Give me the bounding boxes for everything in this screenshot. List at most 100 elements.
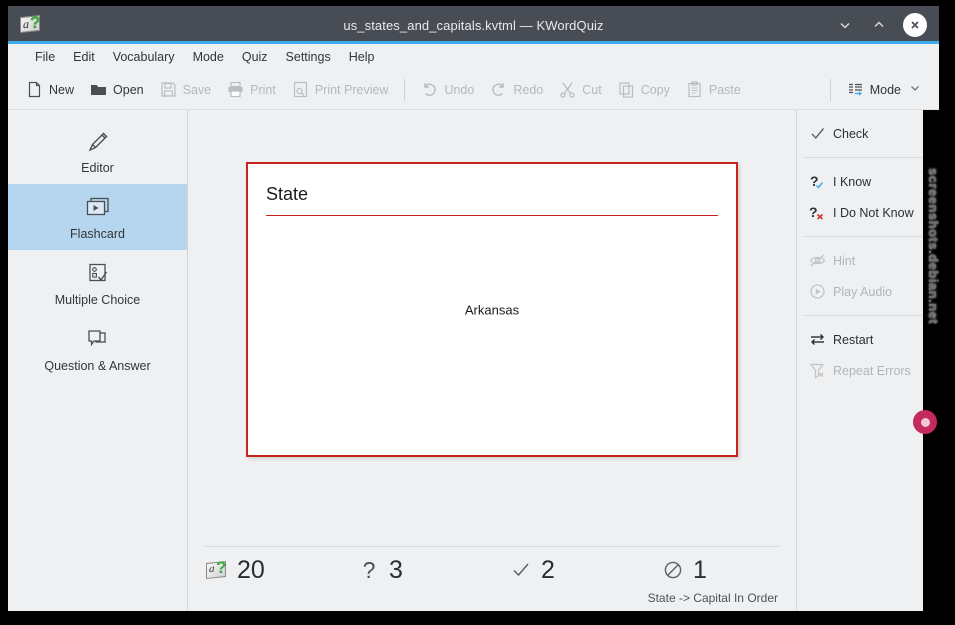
action-group-restart: Restart Repeat Errors bbox=[797, 322, 939, 388]
i-know-button-label: I Know bbox=[833, 174, 872, 189]
toolbar-new-label: New bbox=[49, 82, 75, 97]
status-bar-text: State -> Capital In Order bbox=[647, 591, 778, 605]
restart-arrows-icon bbox=[809, 331, 826, 348]
close-icon[interactable] bbox=[903, 13, 927, 37]
restart-button-label: Restart bbox=[833, 332, 874, 347]
minimize-icon[interactable] bbox=[835, 15, 855, 35]
toolbar-cut-button: Cut bbox=[551, 77, 609, 102]
menu-mode[interactable]: Mode bbox=[184, 47, 233, 67]
repeat-errors-button-label: Repeat Errors bbox=[833, 363, 911, 378]
score-correct-value: 2 bbox=[541, 555, 555, 584]
toolbar-separator-2 bbox=[829, 78, 831, 101]
score-incorrect: 1 bbox=[660, 557, 812, 583]
maximize-icon[interactable] bbox=[869, 15, 889, 35]
checkmark-icon bbox=[809, 125, 826, 142]
toolbar-save-button: Save bbox=[152, 77, 220, 102]
toolbar-undo-button: Undo bbox=[413, 77, 482, 102]
toolbar-mode-label: Mode bbox=[869, 82, 901, 97]
action-group-check: Check bbox=[797, 116, 939, 151]
folder-open-icon bbox=[90, 81, 107, 98]
print-preview-icon bbox=[292, 81, 309, 98]
window-controls bbox=[835, 13, 927, 37]
flashcard-heading: State bbox=[266, 184, 309, 204]
sidebar-item-flashcard-label: Flashcard bbox=[70, 227, 125, 241]
undo-arrow-icon bbox=[421, 81, 438, 98]
floppy-disk-icon bbox=[160, 81, 177, 98]
score-incorrect-value: 1 bbox=[693, 555, 707, 584]
sidebar-item-flashcard[interactable]: Flashcard bbox=[8, 184, 187, 250]
toolbar-new-button[interactable]: New bbox=[18, 77, 82, 102]
sidebar-item-multiple-choice[interactable]: Multiple Choice bbox=[8, 250, 187, 316]
toolbar-save-label: Save bbox=[182, 82, 212, 97]
toolbar-mode-button[interactable]: Mode bbox=[839, 77, 929, 102]
mode-sidebar: Editor Flashcard Multiple Choice Questio… bbox=[8, 110, 188, 611]
quiz-action-panel: Check ? I Know ? I Do Not Know Hint Play… bbox=[796, 110, 939, 611]
i-know-button[interactable]: ? I Know bbox=[797, 166, 939, 197]
toolbar-copy-label: Copy bbox=[640, 82, 670, 97]
restart-button[interactable]: Restart bbox=[797, 324, 939, 355]
score-bar: a ? 20 ? 3 2 1 bbox=[204, 546, 780, 587]
flashcard[interactable]: State Arkansas bbox=[246, 162, 738, 457]
score-correct: 2 bbox=[508, 557, 660, 583]
toolbar-print-preview-label: Print Preview bbox=[314, 82, 389, 97]
speech-bubbles-icon bbox=[12, 325, 183, 355]
toolbar-print-label: Print bbox=[250, 82, 276, 97]
action-group-hints: Hint Play Audio bbox=[797, 243, 939, 309]
watermark-badge-icon bbox=[913, 410, 937, 434]
toolbar-redo-label: Redo bbox=[513, 82, 544, 97]
toolbar-paste-button: Paste bbox=[678, 77, 749, 102]
flashcard-area: State Arkansas bbox=[204, 110, 780, 546]
toolbar-open-button[interactable]: Open bbox=[82, 77, 152, 102]
filter-error-icon bbox=[809, 362, 826, 379]
i-do-not-know-button-label: I Do Not Know bbox=[833, 205, 914, 220]
printer-icon bbox=[227, 81, 244, 98]
question-check-icon: ? bbox=[809, 173, 826, 190]
main-toolbar: New Open Save Print Print Preview Undo R… bbox=[8, 70, 939, 110]
toolbar-print-preview-button: Print Preview bbox=[284, 77, 397, 102]
hint-eye-icon bbox=[809, 252, 826, 269]
panel-separator-1 bbox=[803, 157, 933, 158]
window-right-edge bbox=[923, 110, 939, 611]
window-title: us_states_and_capitals.kvtml — KWordQuiz bbox=[343, 17, 604, 33]
hint-button: Hint bbox=[797, 245, 939, 276]
toolbar-cut-label: Cut bbox=[582, 82, 602, 97]
toolbar-copy-button: Copy bbox=[610, 77, 678, 102]
new-document-icon bbox=[26, 81, 43, 98]
flashcard-front-text: Arkansas bbox=[464, 302, 520, 317]
i-do-not-know-button[interactable]: ? I Do Not Know bbox=[797, 197, 939, 228]
sidebar-item-question-answer-label: Question & Answer bbox=[44, 359, 151, 373]
menu-vocabulary[interactable]: Vocabulary bbox=[104, 47, 184, 67]
menu-quiz[interactable]: Quiz bbox=[233, 47, 277, 67]
chevron-down-icon[interactable] bbox=[909, 82, 921, 97]
sidebar-item-multiple-choice-label: Multiple Choice bbox=[54, 293, 141, 307]
checklist-icon bbox=[12, 259, 183, 289]
flashcard-rule bbox=[266, 215, 718, 216]
menu-file[interactable]: File bbox=[26, 47, 64, 67]
score-total: a ? 20 bbox=[204, 557, 356, 583]
clipboard-paste-icon bbox=[686, 81, 703, 98]
copy-icon bbox=[618, 81, 635, 98]
mode-list-icon bbox=[847, 81, 864, 98]
toolbar-redo-button: Redo bbox=[482, 77, 551, 102]
toolbar-print-button: Print bbox=[219, 77, 284, 102]
sidebar-item-editor[interactable]: Editor bbox=[8, 118, 187, 184]
kwordquiz-app-icon: a ? bbox=[20, 13, 42, 35]
repeat-errors-button: Repeat Errors bbox=[797, 355, 939, 386]
check-button[interactable]: Check bbox=[797, 118, 939, 149]
menu-bar: File Edit Vocabulary Mode Quiz Settings … bbox=[8, 44, 939, 70]
menu-settings[interactable]: Settings bbox=[277, 47, 340, 67]
scissors-icon bbox=[559, 81, 576, 98]
menu-help[interactable]: Help bbox=[340, 47, 384, 67]
title-bar: a ? us_states_and_capitals.kvtml — KWord… bbox=[8, 6, 939, 44]
panel-separator-3 bbox=[803, 315, 933, 316]
menu-edit[interactable]: Edit bbox=[64, 47, 104, 67]
play-audio-button: Play Audio bbox=[797, 276, 939, 307]
toolbar-open-label: Open bbox=[113, 82, 144, 97]
toolbar-separator-1 bbox=[404, 78, 406, 101]
main-content-area: Editor Flashcard Multiple Choice Questio… bbox=[8, 110, 939, 611]
application-window: a ? us_states_and_capitals.kvtml — KWord… bbox=[8, 6, 939, 611]
sidebar-item-question-answer[interactable]: Question & Answer bbox=[8, 316, 187, 382]
redo-arrow-icon bbox=[490, 81, 507, 98]
toolbar-undo-label: Undo bbox=[444, 82, 475, 97]
pencil-icon bbox=[12, 127, 183, 157]
